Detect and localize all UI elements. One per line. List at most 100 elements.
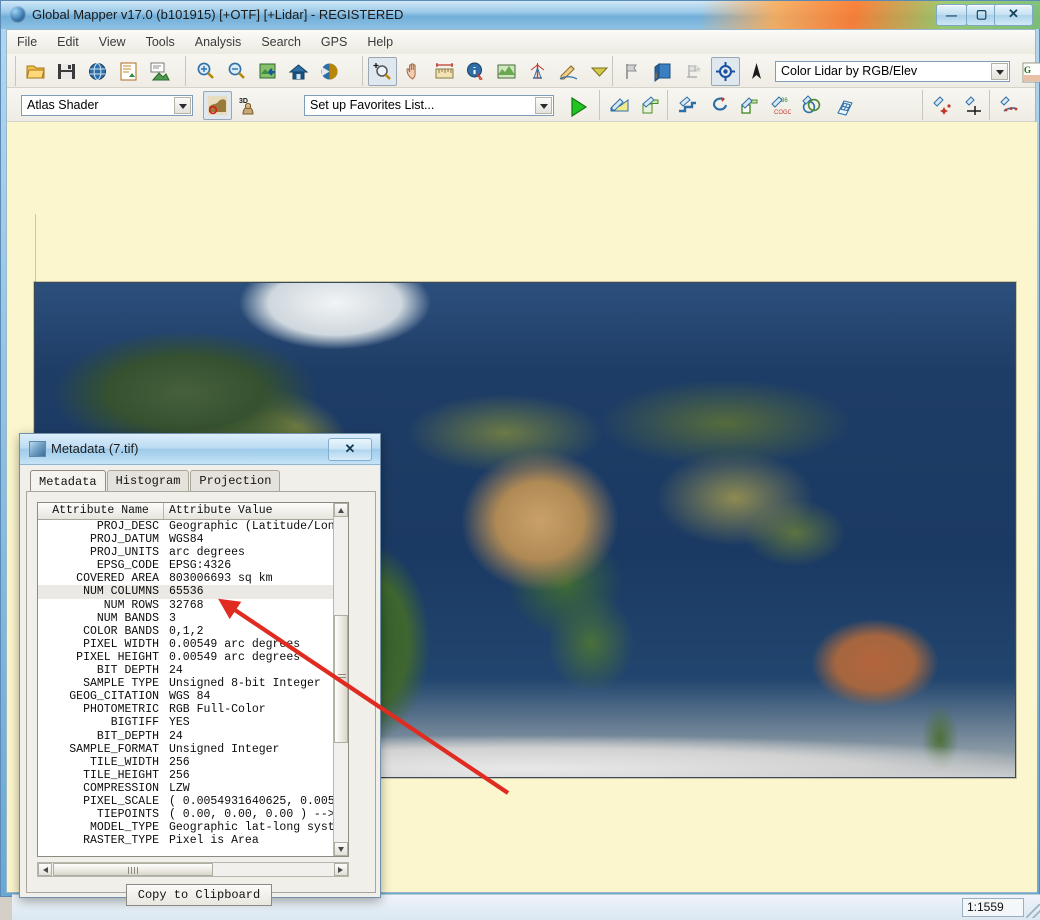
create-coord-geom-icon[interactable]: 36 COGO <box>766 91 795 120</box>
zoom-out-icon[interactable] <box>222 57 251 86</box>
create-crosshair-point-icon[interactable] <box>959 91 988 120</box>
table-row[interactable]: RASTER_TYPE Pixel is Area <box>38 834 348 847</box>
table-row[interactable]: NUM BANDS 3 <box>38 612 348 625</box>
close-button[interactable]: ✕ <box>994 4 1033 26</box>
table-row[interactable]: MODEL_TYPE Geographic lat-long system <box>38 821 348 834</box>
open-file-icon[interactable] <box>21 57 50 86</box>
menu-item-view[interactable]: View <box>89 30 136 54</box>
menu-item-edit[interactable]: Edit <box>47 30 89 54</box>
table-row[interactable]: TILE_HEIGHT 256 <box>38 769 348 782</box>
table-row[interactable]: PROJ_DESC Geographic (Latitude/Longit <box>38 520 348 533</box>
chevron-down-icon[interactable] <box>535 97 552 114</box>
metadata-grid-vscrollbar[interactable] <box>333 503 348 856</box>
favorites-combo[interactable]: Set up Favorites List... <box>304 95 554 116</box>
create-area-icon[interactable] <box>605 91 634 120</box>
table-row[interactable]: GEOG_CITATION WGS 84 <box>38 690 348 703</box>
point-cloud-icon[interactable] <box>680 57 709 86</box>
enable-3d-view-icon[interactable]: 3D <box>234 91 263 120</box>
table-row[interactable]: PIXEL WIDTH 0.00549 arc degrees <box>38 638 348 651</box>
create-line-icon[interactable] <box>673 91 702 120</box>
open-web-data-icon[interactable] <box>83 57 112 86</box>
run-favorite-button[interactable] <box>564 92 593 121</box>
metadata-dialog[interactable]: Metadata (7.tif) ✕ Metadata Histogram Pr… <box>19 433 381 906</box>
zoom-tool-icon[interactable] <box>368 57 397 86</box>
coordinate-convert-icon[interactable] <box>585 57 614 86</box>
create-point-icon[interactable] <box>928 91 957 120</box>
menu-item-search[interactable]: Search <box>251 30 311 54</box>
tab-metadata[interactable]: Metadata <box>30 470 106 493</box>
menu-item-gps[interactable]: GPS <box>311 30 357 54</box>
create-rectangle-icon[interactable] <box>636 91 665 120</box>
map-scale-field[interactable]: 1:1559 <box>962 898 1024 917</box>
menu-item-tools[interactable]: Tools <box>136 30 185 54</box>
grid-button-icon[interactable]: G <box>1018 58 1040 87</box>
lidar-draw-mode-combo[interactable]: Color Lidar by RGB/Elev <box>775 61 1010 82</box>
view-shed-icon[interactable] <box>523 57 552 86</box>
menu-item-help[interactable]: Help <box>357 30 403 54</box>
table-row[interactable]: PIXEL_SCALE ( 0.0054931640625, 0.005493 <box>38 795 348 808</box>
create-arc-icon[interactable] <box>704 91 733 120</box>
resize-grip[interactable] <box>1026 904 1040 918</box>
scroll-down-button[interactable] <box>334 842 348 856</box>
column-header-attribute-name[interactable]: Attribute Name <box>38 503 164 519</box>
table-row[interactable]: EPSG_CODE EPSG:4326 <box>38 559 348 572</box>
table-row[interactable]: TIEPOINTS ( 0.00, 0.00, 0.00 ) --> ( <box>38 808 348 821</box>
pan-tool-icon[interactable] <box>399 57 428 86</box>
table-row[interactable]: COVERED AREA 803006693 sq km <box>38 572 348 585</box>
center-target-icon[interactable] <box>711 57 740 86</box>
table-row[interactable]: PHOTOMETRIC RGB Full-Color <box>38 703 348 716</box>
table-row[interactable]: PROJ_UNITS arc degrees <box>38 546 348 559</box>
create-multi-point-icon[interactable] <box>995 91 1024 120</box>
shader-options-icon[interactable] <box>203 91 232 120</box>
scroll-right-button[interactable] <box>334 863 348 876</box>
table-row[interactable]: PIXEL HEIGHT 0.00549 arc degrees <box>38 651 348 664</box>
scroll-up-button[interactable] <box>334 503 348 517</box>
application-window: Global Mapper v17.0 (b101915) [+OTF] [+L… <box>0 0 1040 920</box>
dialog-close-button[interactable]: ✕ <box>328 438 372 461</box>
hscroll-thumb[interactable] <box>53 863 213 876</box>
flag-tool-icon[interactable] <box>618 57 647 86</box>
previous-view-icon[interactable] <box>315 57 344 86</box>
table-row[interactable]: SAMPLE TYPE Unsigned 8-bit Integer <box>38 677 348 690</box>
table-row[interactable]: BIGTIFF YES <box>38 716 348 729</box>
table-row[interactable]: COLOR BANDS 0,1,2 <box>38 625 348 638</box>
minimize-button[interactable]: — <box>936 4 967 26</box>
open-all-icon[interactable] <box>145 57 174 86</box>
tab-histogram[interactable]: Histogram <box>106 470 190 492</box>
scroll-left-button[interactable] <box>38 863 52 876</box>
table-row[interactable]: PROJ_DATUM WGS84 <box>38 533 348 546</box>
create-buffer-icon[interactable] <box>797 91 826 120</box>
north-arrow-icon[interactable] <box>742 57 771 86</box>
digitizer-tool-icon[interactable] <box>554 57 583 86</box>
table-row[interactable]: TILE_WIDTH 256 <box>38 756 348 769</box>
open-generic-ascii-icon[interactable] <box>114 57 143 86</box>
maximize-button[interactable]: ▢ <box>966 4 997 26</box>
layer-info-icon[interactable]: i <box>649 57 678 86</box>
create-grid-icon[interactable] <box>828 91 857 120</box>
zoom-to-layer-icon[interactable] <box>253 57 282 86</box>
vscroll-thumb[interactable] <box>334 615 348 743</box>
copy-to-clipboard-button[interactable]: Copy to Clipboard <box>126 884 272 906</box>
chevron-down-icon[interactable] <box>174 97 191 114</box>
table-row[interactable]: NUM ROWS 32768 <box>38 599 348 612</box>
measure-tool-icon[interactable] <box>430 57 459 86</box>
table-row[interactable]: NUM COLUMNS 65536 <box>38 585 348 599</box>
shader-combo[interactable]: Atlas Shader <box>21 95 193 116</box>
zoom-in-icon[interactable] <box>191 57 220 86</box>
table-row[interactable]: COMPRESSION LZW <box>38 782 348 795</box>
create-square-icon[interactable] <box>735 91 764 120</box>
table-row[interactable]: SAMPLE_FORMAT Unsigned Integer <box>38 743 348 756</box>
full-view-icon[interactable] <box>284 57 313 86</box>
feature-info-tool-icon[interactable] <box>461 57 490 86</box>
column-header-attribute-value[interactable]: Attribute Value <box>164 503 348 519</box>
table-row[interactable]: BIT DEPTH 24 <box>38 664 348 677</box>
chevron-down-icon[interactable] <box>991 63 1008 80</box>
tab-projection[interactable]: Projection <box>190 470 281 492</box>
metadata-grid[interactable]: Attribute Name Attribute Value PROJ_DESC… <box>37 502 349 857</box>
path-profile-icon[interactable] <box>492 57 521 86</box>
menu-item-analysis[interactable]: Analysis <box>185 30 252 54</box>
metadata-grid-hscrollbar[interactable] <box>37 862 349 877</box>
save-workspace-icon[interactable] <box>52 57 81 86</box>
menu-item-file[interactable]: File <box>7 30 47 54</box>
table-row[interactable]: BIT_DEPTH 24 <box>38 730 348 743</box>
